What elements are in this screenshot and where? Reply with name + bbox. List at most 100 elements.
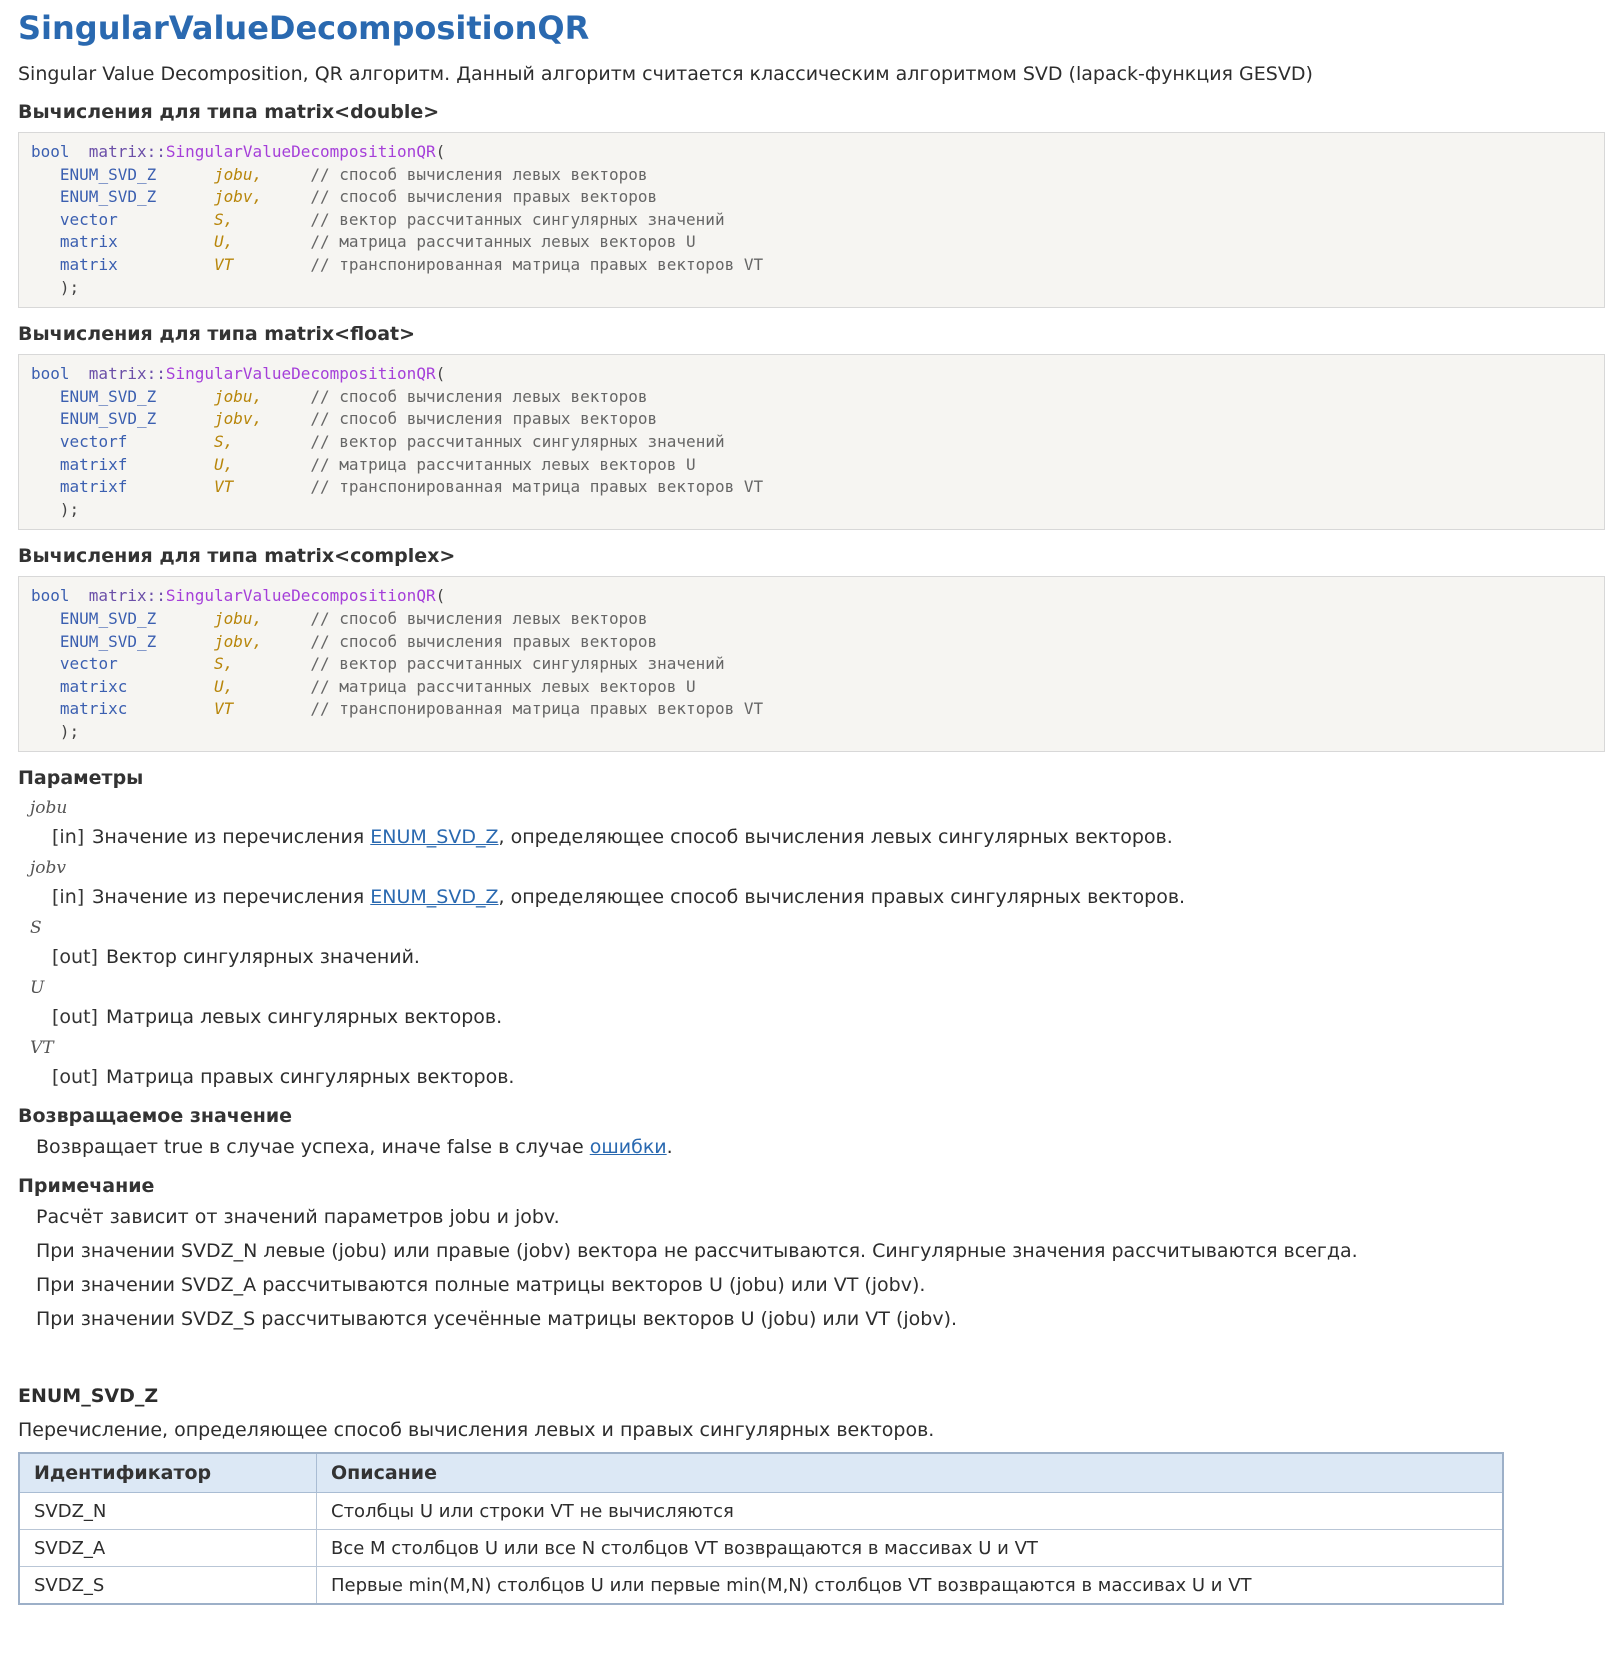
code-comment: // матрица рассчитанных левых векторов U	[310, 454, 696, 474]
param-name-code: U,	[214, 454, 234, 474]
params-list: jobu [in] Значение из перечисления ENUM_SV…	[18, 796, 1605, 1090]
code-comment: // матрица рассчитанных левых векторов U	[310, 676, 696, 696]
param-direction-tag: [in]	[52, 886, 85, 909]
class-prefix: matrix::	[88, 586, 166, 606]
param-name-code: jobu,	[214, 386, 263, 406]
signature-line: bool matrix::SingularValueDecompositionQ…	[31, 142, 445, 161]
signature-line: bool matrix::SingularValueDecompositionQ…	[31, 364, 445, 383]
return-type: bool	[31, 142, 70, 161]
code-section-heading: Вычисления для типа matrix<float>	[18, 323, 416, 346]
param-name: jobu	[30, 798, 68, 819]
return-post: .	[666, 1136, 673, 1159]
code-comment: // матрица рассчитанных левых векторов U	[310, 232, 696, 252]
function-name: SingularValueDecompositionQR	[165, 364, 436, 384]
param-name-code: S,	[214, 654, 234, 674]
param-description: [in] Значение из перечисления ENUM_SVD_Z,…	[52, 884, 1605, 910]
table-cell-desc: Первые min(M,N) столбцов U или первые mi…	[316, 1566, 1504, 1605]
param-direction-tag: [out]	[52, 946, 98, 969]
param-text: Значение из перечисления	[92, 886, 371, 909]
intro-text: Singular Value Decomposition, QR алгорит…	[18, 63, 1313, 85]
param-text: Матрица правых сингулярных векторов.	[105, 1066, 515, 1089]
code-block: bool matrix::SingularValueDecompositionQ…	[18, 354, 1605, 531]
param-text: Вектор сингулярных значений.	[105, 946, 420, 969]
enum-link[interactable]: ENUM_SVD_Z	[370, 826, 498, 848]
param-type: matrix	[59, 254, 118, 274]
code-comment: // транспонированная матрица правых вект…	[310, 477, 764, 497]
enum-description: Перечисление, определяющее способ вычисл…	[18, 1419, 935, 1442]
param-name-code: jobu,	[214, 164, 263, 184]
param-type: matrixc	[59, 699, 128, 719]
code-block: bool matrix::SingularValueDecompositionQ…	[18, 576, 1605, 753]
table-cell-desc: Столбцы U или строки VT не вычисляются	[316, 1492, 1504, 1531]
params-heading: Параметры	[18, 767, 144, 790]
return-type: bool	[31, 586, 70, 606]
page-title: SingularValueDecompositionQR	[18, 9, 590, 47]
close-paren: );	[31, 277, 80, 297]
param-name-code: U,	[214, 232, 234, 252]
note-line: Расчёт зависит от значений параметров jo…	[36, 1206, 560, 1229]
table-row: SVDZ_S Первые min(M,N) столбцов U или пе…	[18, 1566, 1504, 1605]
param-description: [out] Матрица правых сингулярных векторов…	[52, 1064, 1605, 1090]
param-name: VT	[30, 1038, 54, 1059]
code-sections: Вычисления для типа matrix<double> bool m…	[18, 100, 1605, 753]
param-name-code: U,	[214, 676, 234, 696]
param-type: matrixf	[59, 454, 128, 474]
signature-line: bool matrix::SingularValueDecompositionQ…	[31, 586, 445, 605]
param-name-code: VT	[214, 699, 234, 719]
param-name-code: VT	[214, 477, 234, 497]
close-paren: );	[31, 721, 80, 741]
code-comment: // способ вычисления левых векторов	[310, 608, 648, 628]
param-text-post: , определяющее способ вычисления правых …	[498, 886, 1186, 909]
note-heading: Примечание	[18, 1175, 155, 1198]
param-description: [out] Вектор сингулярных значений.	[52, 944, 1605, 970]
param-direction-tag: [in]	[52, 826, 85, 849]
param-name-code: jobv,	[214, 409, 263, 429]
return-type: bool	[31, 364, 70, 384]
code-comment: // транспонированная матрица правых вект…	[310, 254, 764, 274]
function-name: SingularValueDecompositionQR	[165, 142, 436, 161]
param-type: vector	[59, 654, 118, 674]
param-name-code: S,	[214, 431, 234, 451]
param-description: [out] Матрица левых сингулярных векторов.	[52, 1004, 1605, 1030]
param-text-post: , определяющее способ вычисления левых с…	[498, 826, 1173, 849]
enum-link[interactable]: ENUM_SVD_Z	[370, 886, 498, 908]
code-comment: // вектор рассчитанных сингулярных значе…	[310, 431, 725, 451]
param-name-code: jobv,	[214, 631, 263, 651]
param-type: ENUM_SVD_Z	[59, 409, 157, 429]
code-section-heading: Вычисления для типа matrix<double>	[18, 101, 440, 123]
code-comment: // способ вычисления левых векторов	[310, 164, 648, 184]
param-name: U	[30, 978, 45, 999]
note-line: При значении SVDZ_A рассчитываются полны…	[36, 1274, 926, 1297]
close-paren: );	[31, 499, 80, 519]
param-name-code: jobu,	[214, 608, 263, 628]
class-prefix: matrix::	[88, 142, 166, 161]
param-direction-tag: [out]	[52, 1006, 98, 1029]
class-prefix: matrix::	[88, 364, 166, 384]
param-type: vectorf	[59, 431, 128, 451]
table-cell-id: SVDZ_N	[18, 1492, 317, 1531]
code-comment: // вектор рассчитанных сингулярных значе…	[310, 209, 725, 229]
enum-table: Идентификатор Описание SVDZ_N Столбцы U …	[18, 1452, 1504, 1606]
param-name-code: VT	[214, 254, 234, 274]
param-direction-tag: [out]	[52, 1066, 98, 1089]
param-type: matrixf	[59, 477, 128, 497]
code-comment: // транспонированная матрица правых вект…	[310, 699, 764, 719]
param-type: ENUM_SVD_Z	[59, 608, 157, 628]
param-type: ENUM_SVD_Z	[59, 631, 157, 651]
code-comment: // способ вычисления правых векторов	[310, 631, 658, 651]
table-header-row: Идентификатор Описание	[18, 1452, 1504, 1494]
param-type: ENUM_SVD_Z	[59, 164, 157, 184]
param-type: ENUM_SVD_Z	[59, 187, 157, 207]
param-type: matrix	[59, 232, 118, 252]
function-name: SingularValueDecompositionQR	[165, 586, 436, 606]
param-text: Матрица левых сингулярных векторов.	[105, 1006, 503, 1029]
errors-link[interactable]: ошибки	[590, 1136, 667, 1158]
return-pre: Возвращает true в случае успеха, иначе f…	[36, 1136, 590, 1159]
param-name-code: S,	[214, 209, 234, 229]
table-header-desc: Описание	[316, 1452, 1504, 1494]
param-description: [in] Значение из перечисления ENUM_SVD_Z,…	[52, 824, 1605, 850]
notes-list: Расчёт зависит от значений параметров jo…	[18, 1200, 1605, 1336]
note-line: При значении SVDZ_N левые (jobu) или пра…	[36, 1240, 1358, 1263]
param-type: ENUM_SVD_Z	[59, 386, 157, 406]
open-paren: (	[435, 364, 446, 384]
